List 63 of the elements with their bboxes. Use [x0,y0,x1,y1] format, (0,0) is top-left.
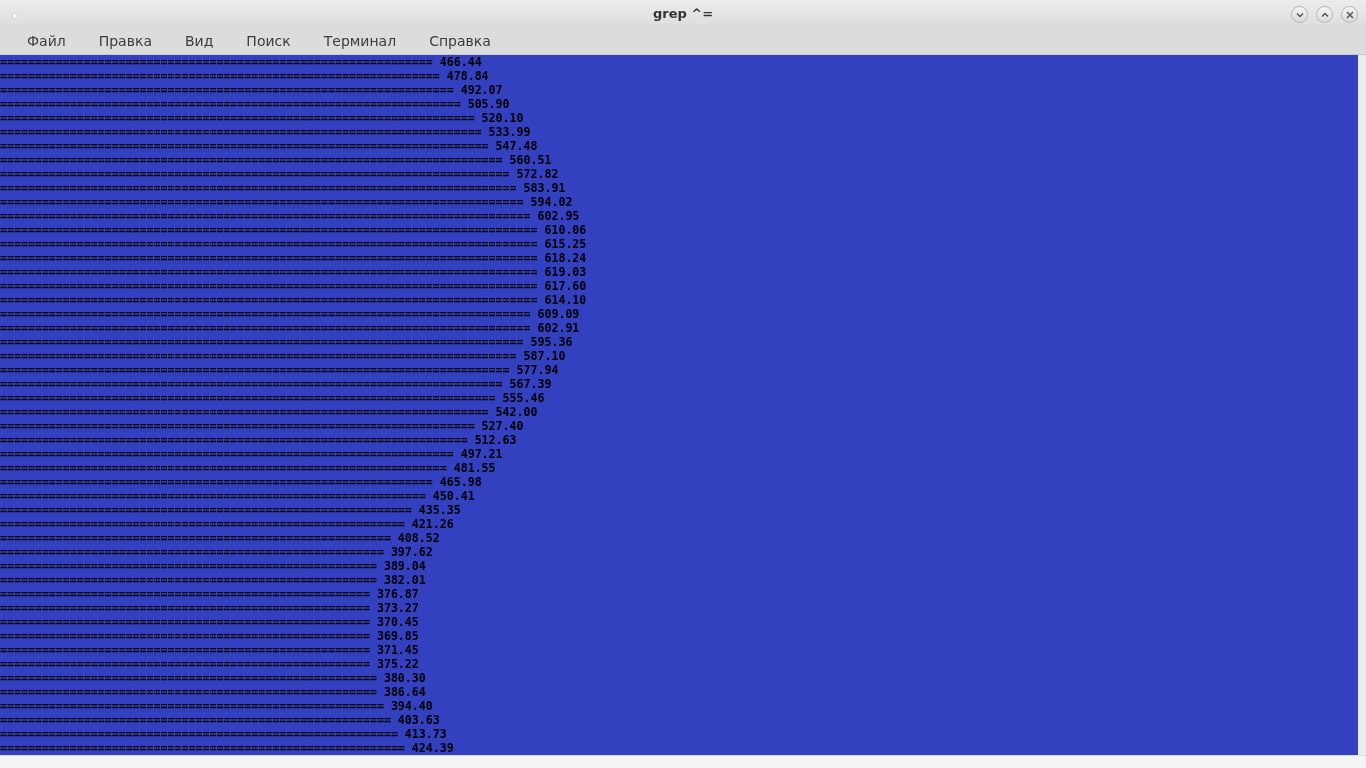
terminal-line: =========================================================== 435.35 [0,503,461,517]
terminal-line: ============================================================== 465.98 [0,475,482,489]
chevron-up-icon [1320,11,1329,18]
terminal-line: ========================================================== 421.26 [0,517,454,531]
terminal-line: ============================================================= 450.41 [0,489,475,503]
terminal-line: ============================================================================ 602.95 [0,209,580,223]
terminal-line: ===================================================== 370.45 [0,615,419,629]
window-title: grep ^= [652,5,714,24]
terminal-line: ============================================================================ 609.09 [0,307,580,321]
terminal-line: ========================================================================= 572.82 [0,167,559,181]
terminal-line: ==================================================================== 520.10 [0,111,524,125]
menu-item[interactable]: Файл [17,30,76,52]
terminal-line: =============================================================== 478.84 [0,69,489,83]
terminal-line: ========================================================================== 583.91 [0,181,566,195]
terminal-line: ====================================================== 389.04 [0,559,426,573]
terminal-line: ======================================================================== 567.39 [0,377,552,391]
close-icon [1345,10,1354,19]
terminal-line: ================================================================== 505.90 [0,97,510,111]
terminal-line: ============================================================================= 614.10 [0,293,587,307]
menu-item[interactable]: Правка [88,30,162,52]
terminal-line: ========================================================== 424.39 [0,741,454,755]
terminal-line: ==================================================================== 527.40 [0,419,524,433]
maximize-button[interactable] [1316,6,1333,23]
terminal-line: ===================================================== 371.45 [0,643,419,657]
menu-item[interactable]: Вид [174,30,224,52]
terminal-line: ======================================================= 394.40 [0,699,433,713]
terminal-line: ================================================================ 481.55 [0,461,496,475]
terminal-line: =========================================================================== 595.36 [0,335,573,349]
terminal-line: ============================================================================= 619.03 [0,265,587,279]
terminal-line: ======================================================================= 555.46 [0,391,545,405]
terminal-line: ===================================================== 375.22 [0,657,419,671]
terminal-line: ======================================================== 403.63 [0,713,440,727]
terminal-line: ============================================================================ 602.91 [0,321,580,335]
terminal-line: ===================================================== 373.27 [0,601,419,615]
terminal-line: ========================================================================== 587.10 [0,349,566,363]
terminal-line: ======================================================= 397.62 [0,545,433,559]
terminal-line: ================================================================= 492.07 [0,83,503,97]
terminal-line: ============================================================================= 615.25 [0,237,587,251]
terminal-line: ===================================================================== 533.99 [0,125,531,139]
terminal-line: ====================================================== 382.01 [0,573,426,587]
terminal-line: ====================================================== 386.64 [0,685,426,699]
terminal-line: ========================================================================= 577.94 [0,363,559,377]
menu-item[interactable]: Справка [419,30,501,52]
terminal-line: ===================================================== 369.85 [0,629,419,643]
terminal-line: =================================================================== 512.63 [0,433,517,447]
terminal-line: ================================================================= 497.21 [0,447,503,461]
terminal-line: ============================================================================= 617.60 [0,279,587,293]
terminal-line: =========================================================================== 594.02 [0,195,573,209]
chevron-down-icon [1295,11,1304,18]
terminal-line: ====================================================================== 547.48 [0,139,538,153]
close-button[interactable] [1341,6,1358,23]
menu-item[interactable]: Терминал [313,30,407,52]
minimize-button[interactable] [1291,6,1308,23]
terminal-line: ====================================================================== 542.00 [0,405,538,419]
terminal-line: ============================================================================= 610.06 [0,223,587,237]
terminal-line: ====================================================== 380.30 [0,671,426,685]
terminal-line: ===================================================== 376.87 [0,587,419,601]
terminal-line: ======================================================== 408.52 [0,531,440,545]
menu-item[interactable]: Поиск [236,30,301,52]
terminal-line: ============================================================================= 618.24 [0,251,587,265]
terminal-line: ============================================================== 466.44 [0,55,482,69]
terminal-line: ========================================================= 413.73 [0,727,447,741]
terminal-line: ======================================================================== 560.51 [0,153,552,167]
